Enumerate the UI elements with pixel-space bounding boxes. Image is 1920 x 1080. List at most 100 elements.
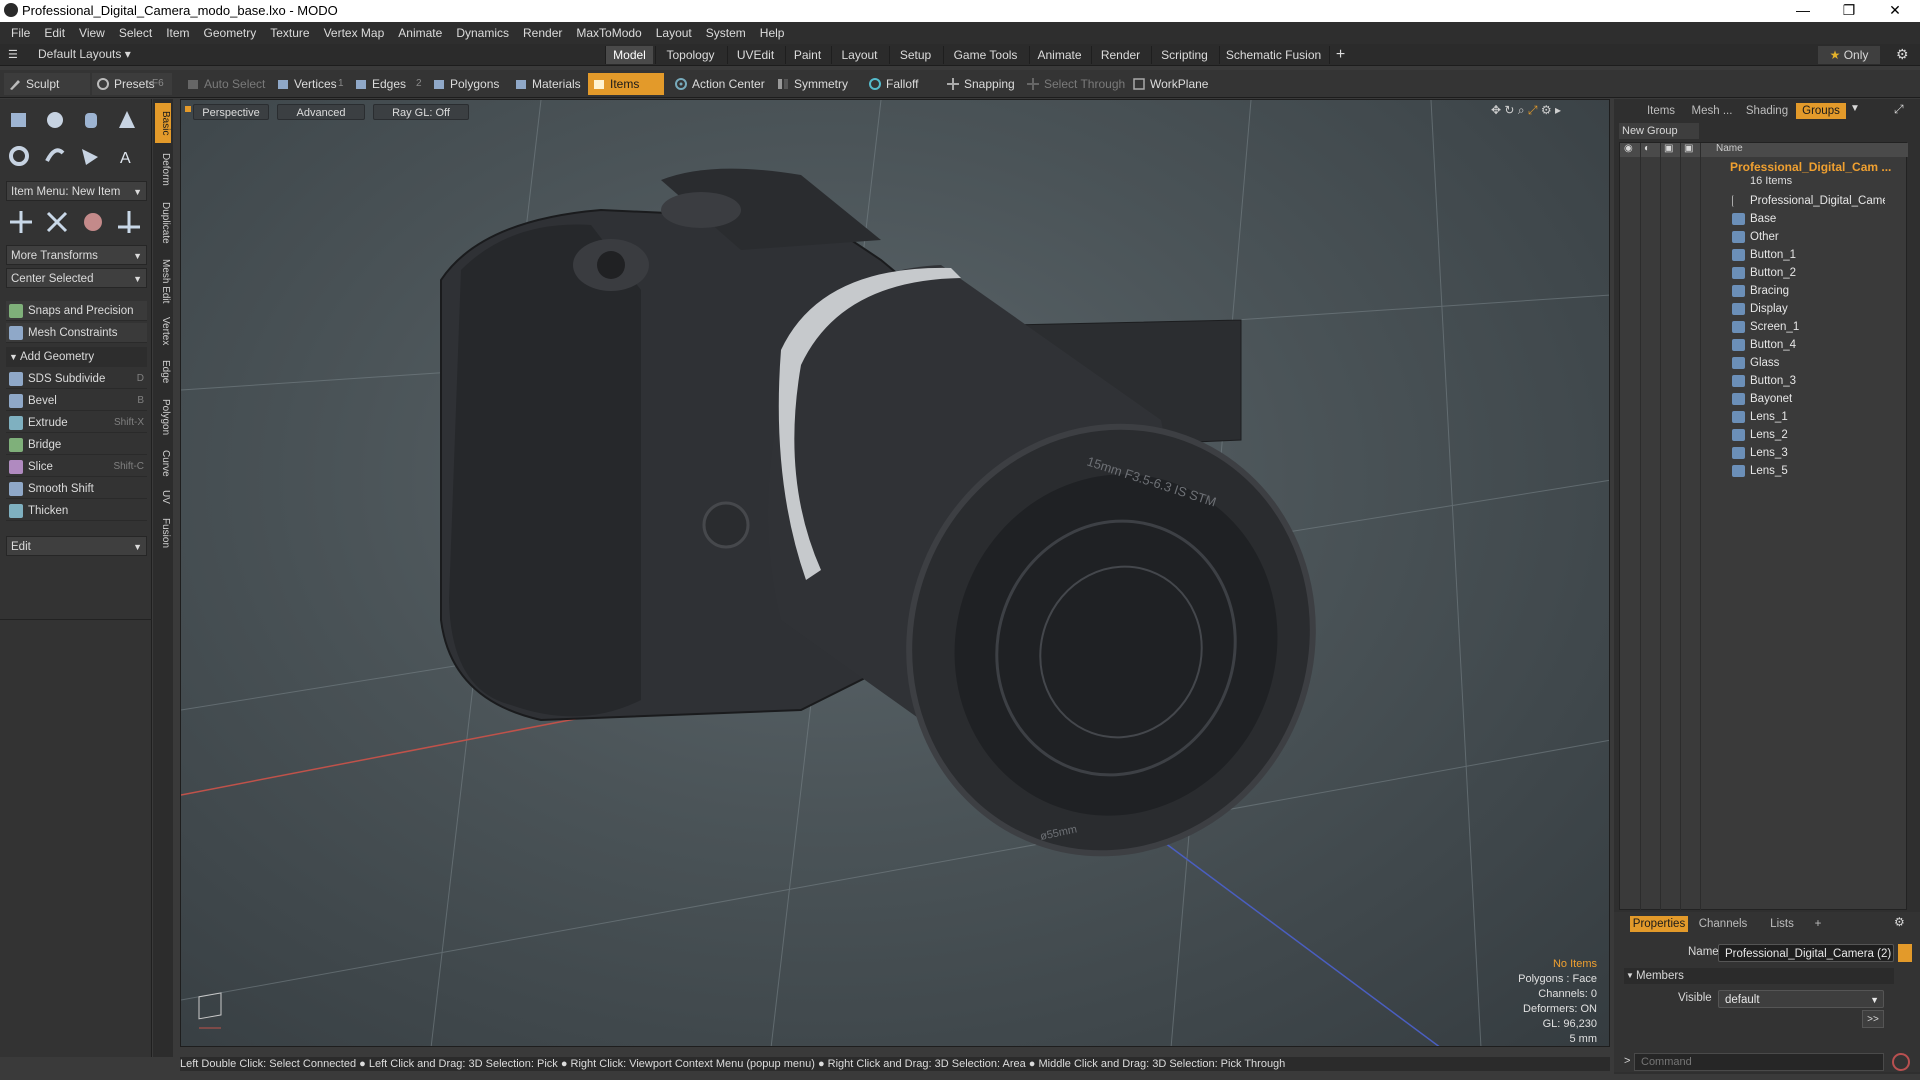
group-item[interactable]: Screen_1 bbox=[1730, 318, 1885, 336]
menu-texture[interactable]: Texture bbox=[263, 22, 316, 44]
workplane-button[interactable]: WorkPlane bbox=[1128, 73, 1208, 95]
snaps-precision-button[interactable]: Snaps and Precision bbox=[6, 301, 147, 321]
vtab-mesh-edit[interactable]: Mesh Edit bbox=[155, 255, 171, 307]
group-item[interactable]: Lens_2 bbox=[1730, 426, 1885, 444]
pan-icon[interactable]: ✥ bbox=[1491, 103, 1501, 117]
tab-mesh[interactable]: Mesh ... bbox=[1686, 103, 1738, 119]
visibility-eye-icon[interactable]: ◉ bbox=[1624, 143, 1633, 154]
tab-scripting[interactable]: Scripting bbox=[1151, 46, 1217, 64]
gear-icon[interactable]: ⚙ bbox=[1894, 915, 1905, 929]
move-tool-icon[interactable] bbox=[6, 207, 36, 237]
menu-file[interactable]: File bbox=[4, 22, 37, 44]
tab-channels[interactable]: Channels bbox=[1692, 916, 1754, 932]
group-item[interactable]: Professional_Digital_Camera bbox=[1730, 192, 1885, 210]
layout-menu-icon[interactable]: ☰ bbox=[8, 48, 18, 61]
group-item[interactable]: Button_2 bbox=[1730, 264, 1885, 282]
bridge-button[interactable]: Bridge bbox=[6, 435, 147, 455]
cylinder-primitive-icon[interactable] bbox=[76, 105, 106, 135]
torus-primitive-icon[interactable] bbox=[4, 141, 34, 171]
name-field-menu-icon[interactable] bbox=[1898, 944, 1912, 962]
members-header[interactable]: ▼ Members bbox=[1624, 968, 1894, 984]
vtab-duplicate[interactable]: Duplicate bbox=[155, 195, 171, 251]
falloff-button[interactable]: Falloff bbox=[864, 73, 918, 95]
tab-lists[interactable]: Lists bbox=[1758, 916, 1806, 932]
expand-panel-icon[interactable]: ⤢ bbox=[1894, 102, 1904, 117]
tab-groups[interactable]: Groups bbox=[1796, 103, 1846, 119]
group-item[interactable]: Lens_3 bbox=[1730, 444, 1885, 462]
tab-topology[interactable]: Topology bbox=[655, 46, 725, 64]
expand-button[interactable]: >> bbox=[1862, 1010, 1884, 1028]
rotate-tool-icon[interactable] bbox=[42, 207, 72, 237]
scale-tool-icon[interactable] bbox=[78, 207, 108, 237]
menu-help[interactable]: Help bbox=[753, 22, 792, 44]
add-tab-button[interactable]: + bbox=[1808, 916, 1828, 932]
menu-layout[interactable]: Layout bbox=[649, 22, 699, 44]
tab-layout[interactable]: Layout bbox=[831, 46, 887, 64]
sphere-primitive-icon[interactable] bbox=[40, 105, 70, 135]
gear-icon[interactable]: ⚙ bbox=[1896, 46, 1909, 63]
cube-primitive-icon[interactable] bbox=[4, 105, 34, 135]
center-selected-dropdown[interactable]: Center Selected ▼ bbox=[6, 268, 147, 288]
edit-dropdown[interactable]: Edit ▼ bbox=[6, 536, 147, 556]
menu-item[interactable]: Item bbox=[159, 22, 196, 44]
group-name[interactable]: Professional_Digital_Cam ... bbox=[1730, 159, 1906, 175]
snapping-button[interactable]: Snapping bbox=[942, 73, 1015, 95]
menu-edit[interactable]: Edit bbox=[37, 22, 72, 44]
menu-geometry[interactable]: Geometry bbox=[197, 22, 264, 44]
polygons-button[interactable]: Polygons bbox=[428, 73, 499, 95]
tab-schematic-fusion[interactable]: Schematic Fusion bbox=[1219, 46, 1327, 64]
menu-view[interactable]: View bbox=[72, 22, 112, 44]
menu-vertex-map[interactable]: Vertex Map bbox=[317, 22, 392, 44]
raygl-dropdown[interactable]: Ray GL: Off bbox=[373, 104, 469, 120]
maximize-button[interactable]: ❐ bbox=[1826, 0, 1872, 22]
command-input[interactable] bbox=[1634, 1053, 1884, 1071]
vtab-basic[interactable]: Basic bbox=[155, 103, 171, 143]
vtab-vertex[interactable]: Vertex bbox=[155, 311, 171, 351]
smooth-shift-button[interactable]: Smooth Shift bbox=[6, 479, 147, 499]
menu-system[interactable]: System bbox=[699, 22, 753, 44]
sds-subdivide-button[interactable]: SDS Subdivide D bbox=[6, 369, 147, 389]
vtab-fusion[interactable]: Fusion bbox=[155, 513, 171, 553]
add-geometry-header[interactable]: ▼ Add Geometry bbox=[6, 347, 147, 367]
group-item[interactable]: Button_4 bbox=[1730, 336, 1885, 354]
cone-primitive-icon[interactable] bbox=[112, 105, 142, 135]
mesh-constraints-button[interactable]: Mesh Constraints bbox=[6, 323, 147, 343]
group-item[interactable]: Base bbox=[1730, 210, 1885, 228]
vtab-edge[interactable]: Edge bbox=[155, 355, 171, 389]
group-item[interactable]: Other bbox=[1730, 228, 1885, 246]
group-item[interactable]: Lens_1 bbox=[1730, 408, 1885, 426]
pen-tool-icon[interactable] bbox=[76, 141, 106, 171]
rotate-view-icon[interactable]: ↻ bbox=[1504, 103, 1514, 117]
transform-tool-icon[interactable] bbox=[114, 207, 144, 237]
menu-render[interactable]: Render bbox=[516, 22, 569, 44]
symmetry-button[interactable]: Symmetry bbox=[772, 73, 848, 95]
group-item[interactable]: Glass bbox=[1730, 354, 1885, 372]
extrude-button[interactable]: Extrude Shift-X bbox=[6, 413, 147, 433]
tab-paint[interactable]: Paint bbox=[785, 46, 829, 64]
layout-preset-dropdown[interactable]: Default Layouts ▾ bbox=[38, 47, 131, 61]
tab-shading[interactable]: Shading bbox=[1740, 103, 1794, 119]
slice-button[interactable]: Slice Shift-C bbox=[6, 457, 147, 477]
3d-viewport[interactable]: R7 15mm F3.5-6.3 IS STM ø55mm Perspectiv… bbox=[180, 99, 1610, 1047]
edges-button[interactable]: Edges bbox=[350, 73, 406, 95]
name-field[interactable]: Professional_Digital_Camera (2) bbox=[1718, 944, 1894, 962]
new-group-button[interactable]: New Group bbox=[1619, 123, 1699, 139]
menu-maxtomodo[interactable]: MaxToModo bbox=[569, 22, 648, 44]
tab-animate[interactable]: Animate bbox=[1029, 46, 1089, 64]
action-center-button[interactable]: Action Center bbox=[670, 73, 765, 95]
capsule-primitive-icon[interactable] bbox=[40, 141, 70, 171]
tab-setup[interactable]: Setup bbox=[889, 46, 941, 64]
item-menu-dropdown[interactable]: Item Menu: New Item ▼ bbox=[6, 181, 147, 201]
add-tab-button[interactable]: + bbox=[1329, 46, 1351, 64]
minimize-button[interactable]: — bbox=[1780, 0, 1826, 22]
zoom-icon[interactable]: ⌕ bbox=[1518, 103, 1525, 117]
vtab-uv[interactable]: UV bbox=[155, 485, 171, 509]
only-toggle[interactable]: ★ Only bbox=[1818, 46, 1880, 64]
tab-game-tools[interactable]: Game Tools bbox=[943, 46, 1027, 64]
more-transforms-dropdown[interactable]: More Transforms ▼ bbox=[6, 245, 147, 265]
group-item[interactable]: Button_3 bbox=[1730, 372, 1885, 390]
materials-button[interactable]: Materials bbox=[510, 73, 581, 95]
record-icon[interactable] bbox=[1892, 1053, 1910, 1071]
viewport-menu-icon[interactable]: ▸ bbox=[1555, 103, 1561, 117]
select-icon[interactable]: ▣ bbox=[1684, 143, 1693, 154]
